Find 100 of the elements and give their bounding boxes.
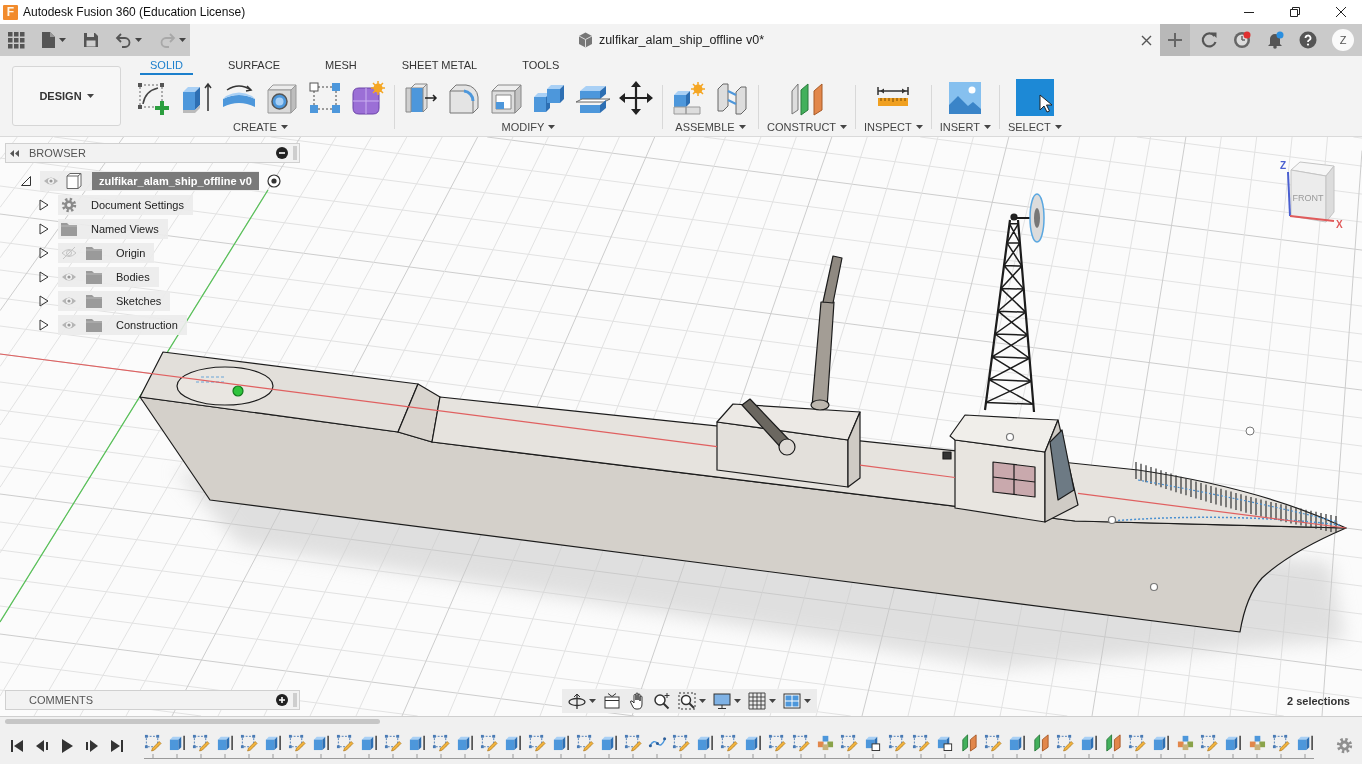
browser-tree-item[interactable]: Named Views bbox=[58, 219, 168, 239]
collapse-panel-icon[interactable] bbox=[10, 148, 19, 158]
sketch-icon[interactable] bbox=[336, 732, 354, 751]
settings-icon[interactable] bbox=[1336, 737, 1353, 754]
browser-tree-item[interactable]: Origin bbox=[58, 243, 155, 263]
zoom-window-icon[interactable] bbox=[678, 692, 696, 710]
browser-tree-item[interactable]: Sketches bbox=[58, 291, 171, 311]
caret-icon[interactable] bbox=[86, 94, 94, 98]
sketch-icon[interactable] bbox=[432, 732, 450, 751]
sketch-icon[interactable] bbox=[288, 732, 306, 751]
panel-grip-icon[interactable] bbox=[293, 693, 297, 707]
sketch-icon[interactable] bbox=[240, 732, 258, 751]
sketch-icon[interactable] bbox=[912, 732, 930, 751]
file-icon[interactable] bbox=[42, 32, 55, 48]
bell-icon[interactable] bbox=[1266, 31, 1284, 49]
caret-icon[interactable] bbox=[983, 125, 991, 129]
display-monitor-icon[interactable] bbox=[713, 692, 731, 710]
play-icon[interactable] bbox=[60, 738, 74, 753]
tool-group-menu[interactable]: CONSTRUCT bbox=[767, 121, 848, 133]
caret-icon[interactable] bbox=[280, 125, 288, 129]
tree-arrow-icon[interactable] bbox=[38, 295, 50, 307]
tree-arrow-icon[interactable] bbox=[38, 199, 50, 211]
apps-grid-icon[interactable] bbox=[8, 32, 24, 48]
caret-icon[interactable] bbox=[769, 699, 776, 703]
image-icon[interactable] bbox=[947, 79, 984, 116]
browser-tree-item[interactable]: Document Settings bbox=[58, 195, 193, 215]
sketch-icon[interactable] bbox=[1200, 732, 1218, 751]
restore-icon[interactable] bbox=[1290, 7, 1300, 17]
panel-grip-icon[interactable] bbox=[293, 146, 297, 160]
close-icon[interactable] bbox=[1336, 7, 1346, 17]
new-tab-icon[interactable] bbox=[1160, 24, 1190, 56]
ribbon-tab[interactable]: SOLID bbox=[140, 58, 193, 75]
document-tab[interactable]: zulfikar_alam_ship_offline v0* bbox=[190, 24, 1160, 56]
ribbon-tab[interactable]: TOOLS bbox=[512, 58, 570, 75]
plane-icon[interactable] bbox=[1104, 732, 1122, 751]
caret-icon[interactable] bbox=[699, 699, 706, 703]
sketch-icon[interactable] bbox=[672, 732, 690, 751]
orbit-icon[interactable] bbox=[568, 692, 586, 710]
step-back-icon[interactable] bbox=[35, 738, 49, 753]
browser-tree-item[interactable]: Construction bbox=[58, 315, 187, 335]
sketch-icon[interactable] bbox=[840, 732, 858, 751]
sketch-icon[interactable] bbox=[1272, 732, 1290, 751]
radio-icon[interactable] bbox=[266, 174, 281, 188]
sketch-icon[interactable] bbox=[624, 732, 642, 751]
grid-icon[interactable] bbox=[748, 692, 766, 710]
tool-group-menu[interactable]: INSPECT bbox=[864, 121, 923, 133]
tree-arrow-icon[interactable] bbox=[38, 223, 50, 235]
sketch-icon[interactable] bbox=[192, 732, 210, 751]
pan-hand-icon[interactable] bbox=[628, 692, 646, 710]
caret-icon[interactable] bbox=[915, 125, 923, 129]
zoom-icon[interactable] bbox=[653, 692, 671, 710]
sketch-icon[interactable] bbox=[1128, 732, 1146, 751]
sketch-icon[interactable] bbox=[1056, 732, 1074, 751]
close-tab-icon[interactable] bbox=[1141, 34, 1152, 46]
caret-icon[interactable] bbox=[135, 38, 142, 42]
select-cursor-icon[interactable] bbox=[1015, 79, 1054, 116]
sketch-icon[interactable] bbox=[384, 732, 402, 751]
ribbon-tab[interactable]: SURFACE bbox=[218, 58, 290, 75]
sketch-icon[interactable] bbox=[144, 732, 162, 751]
tool-group-menu[interactable]: ASSEMBLE bbox=[675, 121, 746, 133]
plus-circle-icon[interactable] bbox=[276, 694, 288, 706]
caret-icon[interactable] bbox=[589, 699, 596, 703]
caret-icon[interactable] bbox=[548, 125, 556, 129]
ribbon-tab[interactable]: MESH bbox=[315, 58, 367, 75]
sketch-icon[interactable] bbox=[768, 732, 786, 751]
tree-arrow-icon[interactable] bbox=[38, 247, 50, 259]
tool-group-menu[interactable]: INSERT bbox=[939, 121, 991, 133]
plane-icon[interactable] bbox=[1032, 732, 1050, 751]
tree-arrow-icon[interactable] bbox=[38, 319, 50, 331]
tree-arrow-icon[interactable] bbox=[38, 271, 50, 283]
skip-to-end-icon[interactable] bbox=[110, 738, 124, 753]
save-icon[interactable] bbox=[84, 33, 98, 47]
caret-icon[interactable] bbox=[804, 699, 811, 703]
browser-tree-item[interactable]: Bodies bbox=[58, 267, 159, 287]
caret-icon[interactable] bbox=[1054, 125, 1062, 129]
skip-to-start-icon[interactable] bbox=[10, 738, 24, 753]
sketch-icon[interactable] bbox=[528, 732, 546, 751]
sketch-icon[interactable] bbox=[888, 732, 906, 751]
plane-icon[interactable] bbox=[960, 732, 978, 751]
tool-group-menu[interactable]: CREATE bbox=[233, 121, 288, 133]
browser-tree-item[interactable]: zulfikar_alam_ship_offline v0 bbox=[40, 171, 259, 191]
clock-icon[interactable] bbox=[1233, 31, 1251, 49]
move-arrows-icon[interactable] bbox=[618, 79, 654, 116]
caret-icon[interactable] bbox=[734, 699, 741, 703]
help-icon[interactable] bbox=[1299, 31, 1317, 49]
minus-circle-icon[interactable] bbox=[276, 147, 288, 159]
sketch-icon[interactable] bbox=[576, 732, 594, 751]
caret-icon[interactable] bbox=[840, 125, 848, 129]
caret-icon[interactable] bbox=[179, 38, 186, 42]
scrollbar-thumb[interactable] bbox=[5, 719, 380, 724]
tool-group-menu[interactable]: SELECT bbox=[1007, 121, 1062, 133]
sketch-icon[interactable] bbox=[720, 732, 738, 751]
caret-icon[interactable] bbox=[59, 38, 66, 42]
sketch-icon[interactable] bbox=[480, 732, 498, 751]
sync-icon[interactable] bbox=[1200, 31, 1218, 49]
user-avatar[interactable]: Z bbox=[1332, 29, 1354, 51]
ribbon-tab[interactable]: SHEET METAL bbox=[391, 58, 488, 75]
undo-icon[interactable] bbox=[116, 33, 131, 47]
sketch-icon[interactable] bbox=[984, 732, 1002, 751]
new-component-icon[interactable] bbox=[671, 79, 707, 116]
